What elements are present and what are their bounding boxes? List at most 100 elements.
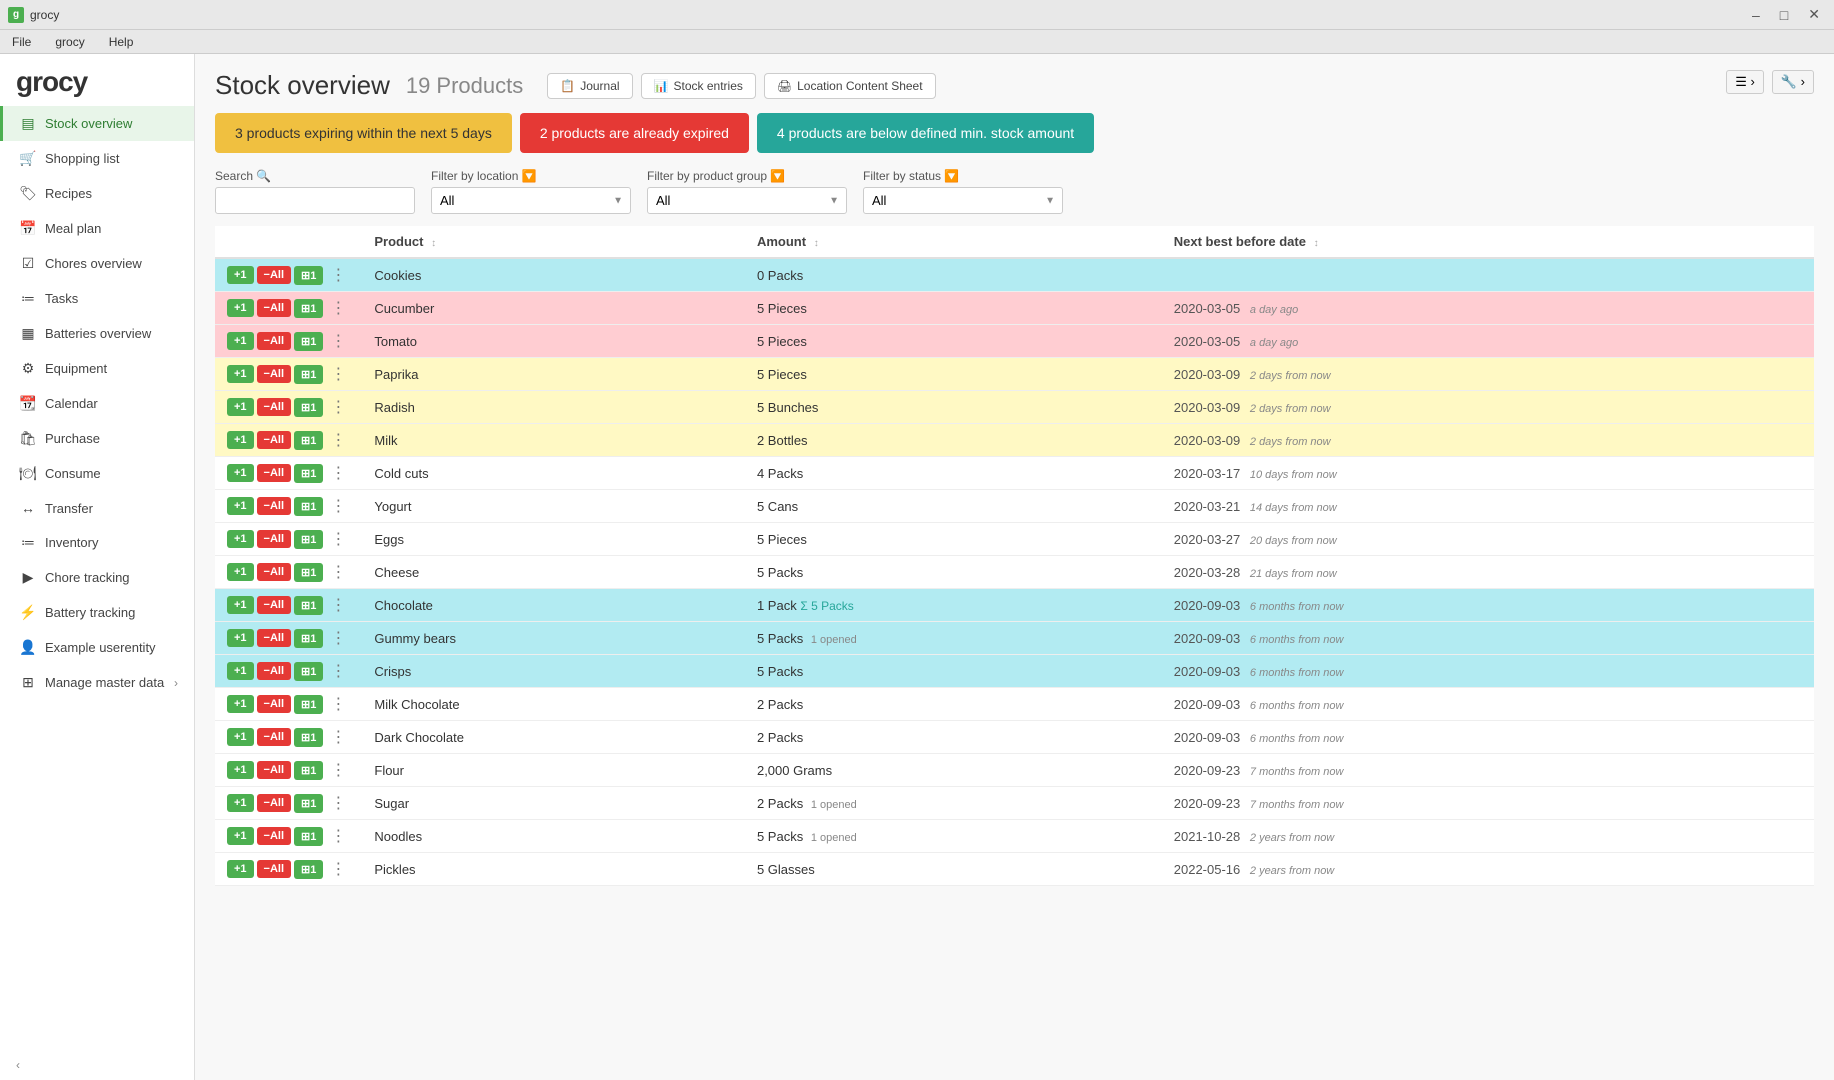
add-button[interactable]: +1 <box>227 860 254 878</box>
sidebar-item-inventory[interactable]: ≔ Inventory <box>0 525 194 560</box>
sidebar-item-example-userentity[interactable]: 👤 Example userentity <box>0 630 194 665</box>
settings-button[interactable]: 🔧 › <box>1772 70 1814 94</box>
add-button[interactable]: +1 <box>227 299 254 317</box>
open-button[interactable]: ⊞1 <box>294 728 323 747</box>
add-button[interactable]: +1 <box>227 497 254 515</box>
consume-button[interactable]: −All <box>257 695 291 713</box>
more-button[interactable]: ⋮ <box>326 562 350 582</box>
sidebar-item-stock-overview[interactable]: ▤ Stock overview <box>0 106 194 141</box>
status-filter-select[interactable]: All <box>863 187 1063 214</box>
close-button[interactable]: ✕ <box>1802 4 1826 25</box>
open-button[interactable]: ⊞1 <box>294 497 323 516</box>
open-button[interactable]: ⊞1 <box>294 299 323 318</box>
consume-button[interactable]: −All <box>257 596 291 614</box>
sidebar-item-purchase[interactable]: 🛍 Purchase <box>0 421 194 456</box>
sidebar-item-consume[interactable]: 🍽 Consume <box>0 456 194 491</box>
open-button[interactable]: ⊞1 <box>294 629 323 648</box>
sidebar-item-tasks[interactable]: ≔ Tasks <box>0 281 194 316</box>
more-button[interactable]: ⋮ <box>326 760 350 780</box>
consume-button[interactable]: −All <box>257 563 291 581</box>
product-group-filter-select[interactable]: All <box>647 187 847 214</box>
open-button[interactable]: ⊞1 <box>294 662 323 681</box>
add-button[interactable]: +1 <box>227 398 254 416</box>
sidebar-item-recipes[interactable]: 🏷 Recipes <box>0 176 194 211</box>
location-content-sheet-button[interactable]: 🖨 Location Content Sheet <box>764 73 936 99</box>
more-button[interactable]: ⋮ <box>326 265 350 285</box>
more-button[interactable]: ⋮ <box>326 727 350 747</box>
add-button[interactable]: +1 <box>227 431 254 449</box>
add-button[interactable]: +1 <box>227 761 254 779</box>
min-stock-alert[interactable]: 4 products are below defined min. stock … <box>757 113 1094 153</box>
consume-button[interactable]: −All <box>257 464 291 482</box>
add-button[interactable]: +1 <box>227 695 254 713</box>
add-button[interactable]: +1 <box>227 464 254 482</box>
open-button[interactable]: ⊞1 <box>294 365 323 384</box>
consume-button[interactable]: −All <box>257 662 291 680</box>
open-button[interactable]: ⊞1 <box>294 860 323 879</box>
consume-button[interactable]: −All <box>257 299 291 317</box>
open-button[interactable]: ⊞1 <box>294 596 323 615</box>
maximize-button[interactable]: □ <box>1774 4 1794 25</box>
more-button[interactable]: ⋮ <box>326 364 350 384</box>
expiring-alert[interactable]: 3 products expiring within the next 5 da… <box>215 113 512 153</box>
sidebar-item-manage-master-data[interactable]: ⊞ Manage master data › <box>0 665 194 700</box>
add-button[interactable]: +1 <box>227 332 254 350</box>
sidebar-item-batteries-overview[interactable]: ▦ Batteries overview <box>0 316 194 351</box>
consume-button[interactable]: −All <box>257 860 291 878</box>
consume-button[interactable]: −All <box>257 266 291 284</box>
consume-button[interactable]: −All <box>257 497 291 515</box>
add-button[interactable]: +1 <box>227 365 254 383</box>
col-next-best-before[interactable]: Next best before date ↕ <box>1162 226 1814 258</box>
open-button[interactable]: ⊞1 <box>294 530 323 549</box>
col-amount[interactable]: Amount ↕ <box>745 226 1162 258</box>
open-button[interactable]: ⊞1 <box>294 332 323 351</box>
location-filter-select[interactable]: All <box>431 187 631 214</box>
sidebar-item-transfer[interactable]: ↔ Transfer <box>0 491 194 525</box>
sidebar-item-meal-plan[interactable]: 📅 Meal plan <box>0 211 194 246</box>
consume-button[interactable]: −All <box>257 530 291 548</box>
minimize-button[interactable]: – <box>1746 4 1766 25</box>
search-input[interactable] <box>215 187 415 214</box>
menu-grocy[interactable]: grocy <box>51 33 88 51</box>
consume-button[interactable]: −All <box>257 827 291 845</box>
add-button[interactable]: +1 <box>227 662 254 680</box>
more-button[interactable]: ⋮ <box>326 859 350 879</box>
consume-button[interactable]: −All <box>257 398 291 416</box>
add-button[interactable]: +1 <box>227 827 254 845</box>
open-button[interactable]: ⊞1 <box>294 761 323 780</box>
open-button[interactable]: ⊞1 <box>294 827 323 846</box>
sidebar-item-battery-tracking[interactable]: ⚡ Battery tracking <box>0 595 194 630</box>
expired-alert[interactable]: 2 products are already expired <box>520 113 749 153</box>
sidebar-item-calendar[interactable]: 📆 Calendar <box>0 386 194 421</box>
sidebar-item-chores-overview[interactable]: ☑ Chores overview <box>0 246 194 281</box>
sidebar-item-equipment[interactable]: ⚙ Equipment <box>0 351 194 386</box>
add-button[interactable]: +1 <box>227 596 254 614</box>
journal-button[interactable]: 📋 Journal <box>547 73 632 99</box>
add-button[interactable]: +1 <box>227 563 254 581</box>
open-button[interactable]: ⊞1 <box>294 398 323 417</box>
consume-button[interactable]: −All <box>257 332 291 350</box>
col-product[interactable]: Product ↕ <box>362 226 745 258</box>
sidebar-item-chore-tracking[interactable]: ▶ Chore tracking <box>0 560 194 595</box>
consume-button[interactable]: −All <box>257 728 291 746</box>
open-button[interactable]: ⊞1 <box>294 464 323 483</box>
more-button[interactable]: ⋮ <box>326 397 350 417</box>
open-button[interactable]: ⊞1 <box>294 695 323 714</box>
consume-button[interactable]: −All <box>257 629 291 647</box>
more-button[interactable]: ⋮ <box>326 661 350 681</box>
more-button[interactable]: ⋮ <box>326 529 350 549</box>
open-button[interactable]: ⊞1 <box>294 794 323 813</box>
add-button[interactable]: +1 <box>227 629 254 647</box>
consume-button[interactable]: −All <box>257 761 291 779</box>
more-button[interactable]: ⋮ <box>326 496 350 516</box>
more-button[interactable]: ⋮ <box>326 628 350 648</box>
hamburger-menu-button[interactable]: ☰ › <box>1726 70 1764 94</box>
add-button[interactable]: +1 <box>227 728 254 746</box>
consume-button[interactable]: −All <box>257 431 291 449</box>
stock-entries-button[interactable]: 📊 Stock entries <box>641 73 756 99</box>
more-button[interactable]: ⋮ <box>326 793 350 813</box>
more-button[interactable]: ⋮ <box>326 463 350 483</box>
menu-file[interactable]: File <box>8 33 35 51</box>
sidebar-item-shopping-list[interactable]: 🛒 Shopping list <box>0 141 194 176</box>
consume-button[interactable]: −All <box>257 794 291 812</box>
